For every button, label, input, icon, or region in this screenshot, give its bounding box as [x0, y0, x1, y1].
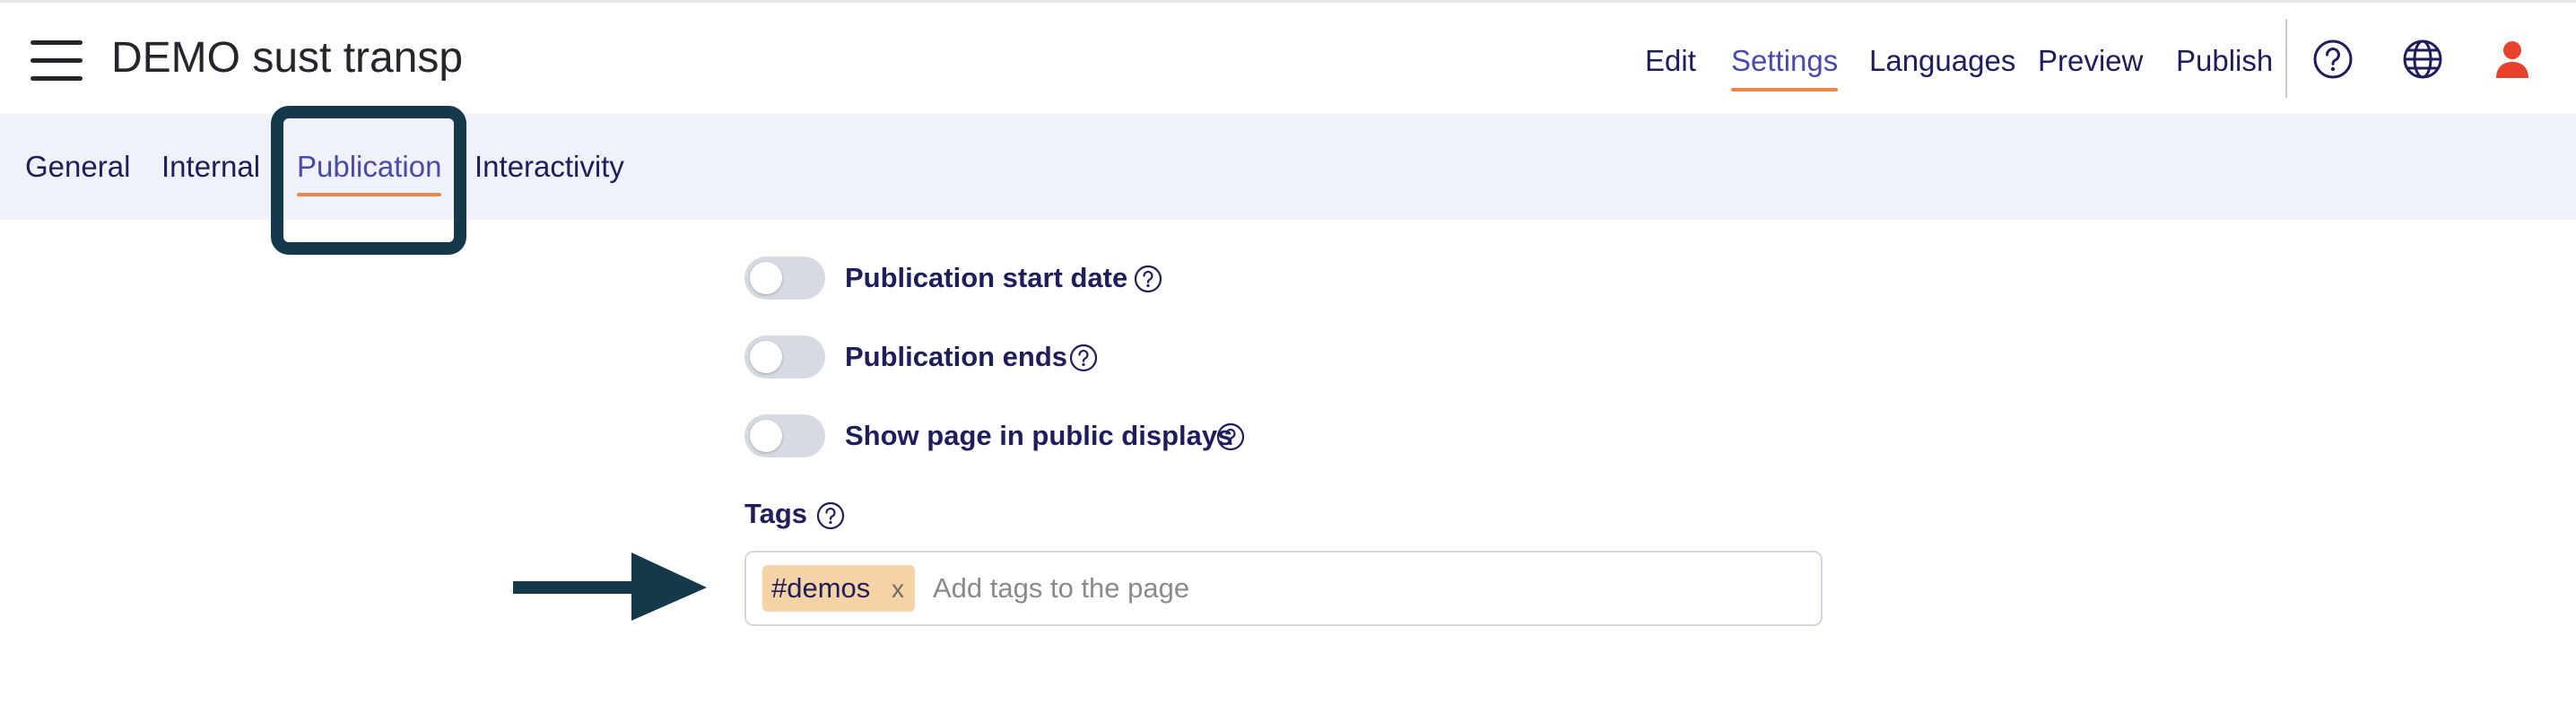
public-displays-label: Show page in public displays — [845, 420, 1233, 451]
tab-general[interactable]: General — [25, 144, 130, 189]
tag-chip: #demos x — [762, 565, 915, 612]
publication-ends-toggle[interactable] — [744, 335, 825, 379]
nav-settings[interactable]: Settings — [1731, 39, 1839, 91]
publication-start-toggle[interactable] — [744, 257, 825, 300]
help-circle-icon[interactable] — [816, 501, 845, 530]
tags-input[interactable] — [933, 565, 1740, 612]
tag-chip-text: #demos — [771, 572, 871, 604]
tag-remove-icon[interactable]: x — [892, 565, 904, 614]
nav-preview[interactable]: Preview — [2038, 39, 2143, 83]
help-circle-icon[interactable] — [1069, 344, 1098, 372]
tab-interactivity[interactable]: Interactivity — [474, 144, 624, 189]
globe-icon[interactable] — [2402, 39, 2443, 80]
annotation-highlight-box — [271, 106, 466, 255]
header-divider — [2285, 19, 2287, 98]
hamburger-menu-icon[interactable] — [30, 40, 83, 82]
nav-edit[interactable]: Edit — [1645, 39, 1696, 83]
annotation-arrow-icon — [513, 553, 707, 621]
tags-label: Tags — [744, 498, 808, 529]
publication-ends-label: Publication ends — [845, 341, 1068, 372]
tab-internal[interactable]: Internal — [161, 144, 260, 189]
help-circle-icon[interactable] — [1134, 265, 1162, 293]
nav-publish[interactable]: Publish — [2176, 39, 2273, 83]
public-displays-toggle[interactable] — [744, 414, 825, 457]
user-icon[interactable] — [2492, 39, 2533, 80]
help-circle-icon[interactable] — [1216, 422, 1245, 451]
help-circle-icon[interactable] — [2312, 39, 2354, 80]
page-title: DEMO sust transp — [111, 34, 464, 82]
app-header: DEMO sust transp Edit Settings Languages… — [0, 3, 2576, 114]
tags-field[interactable]: #demos x — [744, 551, 1823, 626]
nav-languages[interactable]: Languages — [1869, 39, 2015, 83]
publication-start-label: Publication start date — [845, 262, 1128, 293]
